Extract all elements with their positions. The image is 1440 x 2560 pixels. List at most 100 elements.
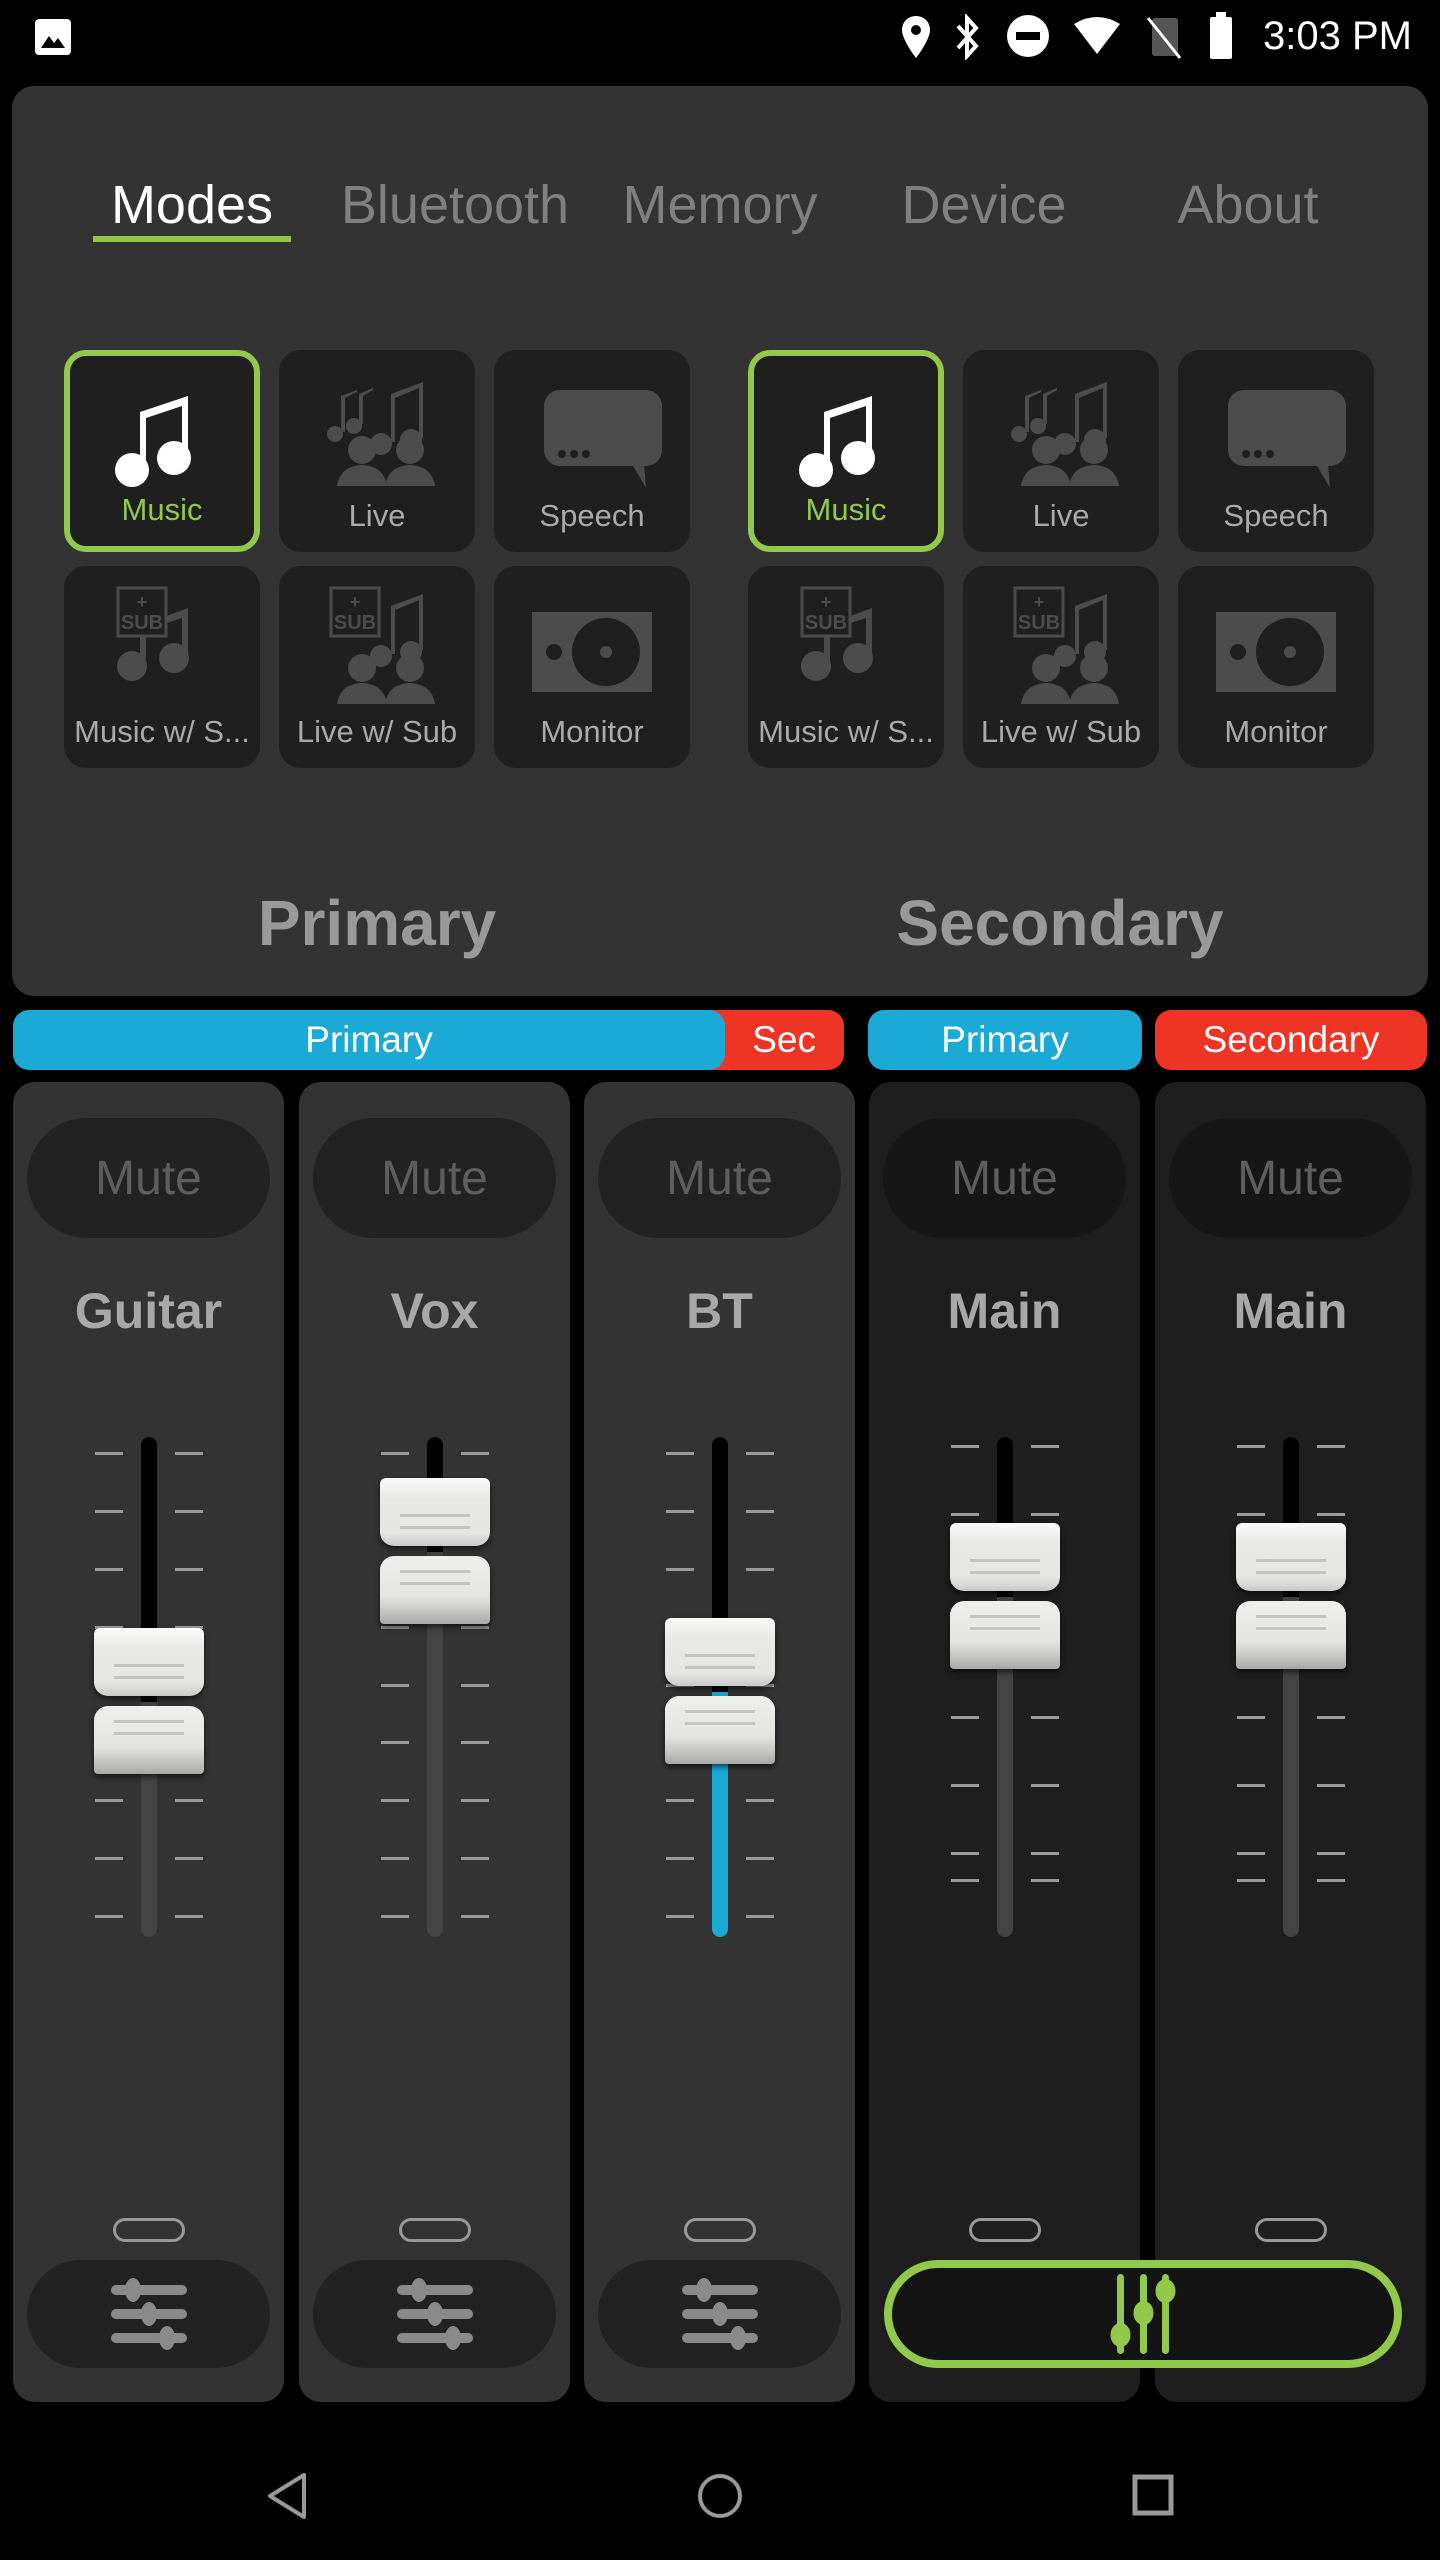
- secondary-zone-label: Secondary: [896, 887, 1224, 959]
- mode-tile-live[interactable]: Live: [963, 350, 1159, 552]
- fader-knob-bottom: [949, 1601, 1060, 1669]
- fader-tick: [174, 1568, 203, 1571]
- live-sub-icon: SUB +: [279, 584, 475, 704]
- channel-strip-guitar: Mute Guitar: [13, 1082, 284, 2402]
- channel-name: Guitar: [74, 1283, 223, 1339]
- clock: 3:03 PM: [1263, 14, 1412, 58]
- fader-tick: [745, 1799, 774, 1802]
- mode-tile-music-w-s[interactable]: SUB + Music w/ S...: [748, 566, 944, 768]
- signal-indicator: [112, 2218, 185, 2242]
- fader-tick: [1316, 1513, 1345, 1516]
- back-icon[interactable]: [264, 2472, 310, 2520]
- fader-tick: [380, 1915, 409, 1918]
- mode-tile-speech[interactable]: Speech: [494, 350, 690, 552]
- signal-indicator: [683, 2218, 756, 2242]
- mute-button[interactable]: Mute: [1169, 1118, 1412, 1238]
- channel-eq-button[interactable]: [313, 2260, 556, 2368]
- mode-tile-live-w-sub[interactable]: SUB + Live w/ Sub: [963, 566, 1159, 768]
- mode-label: Speech: [1223, 498, 1329, 533]
- mute-button[interactable]: Mute: [313, 1118, 556, 1238]
- fader-knob[interactable]: [1235, 1523, 1346, 1671]
- mode-tile-live-w-sub[interactable]: SUB + Live w/ Sub: [279, 566, 475, 768]
- mode-tile-music[interactable]: Music: [64, 350, 260, 552]
- fader-tick: [950, 1445, 979, 1448]
- mode-tile-music[interactable]: Music: [748, 350, 944, 552]
- channel-name: BT: [686, 1283, 753, 1339]
- channel-name: Main: [1233, 1283, 1348, 1339]
- fader-tick: [174, 1452, 203, 1455]
- home-icon[interactable]: [696, 2472, 744, 2520]
- fader-knob[interactable]: [379, 1478, 490, 1626]
- fader-tick: [1236, 1784, 1265, 1787]
- mode-label: Music: [805, 492, 887, 527]
- channel-eq-button[interactable]: [598, 2260, 841, 2368]
- output-primary-label: Primary: [941, 1019, 1069, 1060]
- live-audience-icon: [279, 368, 475, 488]
- channel-eq-button[interactable]: [27, 2260, 270, 2368]
- fader-tick: [1236, 1445, 1265, 1448]
- mute-button[interactable]: Mute: [27, 1118, 270, 1238]
- fader-tick: [174, 1915, 203, 1918]
- fader-tick: [950, 1784, 979, 1787]
- main-eq-button[interactable]: [884, 2260, 1402, 2368]
- fader-tick: [174, 1857, 203, 1860]
- tab-bluetooth[interactable]: Bluetooth: [341, 174, 569, 236]
- fader-tick: [380, 1684, 409, 1687]
- tab-modes[interactable]: Modes: [111, 174, 273, 236]
- fader-tick: [1236, 1879, 1265, 1882]
- mode-tile-monitor[interactable]: Monitor: [1178, 566, 1374, 768]
- fader-knob-bottom: [93, 1706, 204, 1774]
- mute-button[interactable]: Mute: [883, 1118, 1126, 1238]
- live-audience-icon: [963, 368, 1159, 488]
- fader-tick: [665, 1452, 694, 1455]
- fader-tick: [1236, 1716, 1265, 1719]
- fader-track[interactable]: [1282, 1437, 1299, 1937]
- fader-knob-top: [93, 1628, 204, 1696]
- fader-knob[interactable]: [93, 1628, 204, 1776]
- input-primary-bus[interactable]: Primary: [13, 1010, 725, 1070]
- mode-label: Monitor: [540, 714, 644, 749]
- channel-strip-bt: Mute BT: [584, 1082, 855, 2402]
- output-primary-bus[interactable]: Primary: [868, 1010, 1142, 1070]
- fader-tick: [1030, 1445, 1059, 1448]
- fader-tick: [460, 1684, 489, 1687]
- do-not-disturb-icon: [1007, 15, 1049, 57]
- svg-text:SUB: SUB: [334, 612, 376, 634]
- mode-tile-monitor[interactable]: Monitor: [494, 566, 690, 768]
- recents-icon[interactable]: [1132, 2474, 1174, 2516]
- horizontal-sliders-icon: [681, 2278, 758, 2350]
- mute-button[interactable]: Mute: [598, 1118, 841, 1238]
- status-bar: 3:03 PM: [0, 0, 1440, 84]
- modes-panel: Modes Bluetooth Memory Device About Musi…: [12, 86, 1428, 996]
- fader-knob-top: [949, 1523, 1060, 1591]
- battery-icon: [1210, 12, 1232, 59]
- fader-knob[interactable]: [949, 1523, 1060, 1671]
- fader-tick: [380, 1626, 409, 1629]
- mode-label: Music: [121, 492, 203, 527]
- fader-track[interactable]: [996, 1437, 1013, 1937]
- fader-tick: [745, 1452, 774, 1455]
- fader-tick: [665, 1915, 694, 1918]
- music-note-icon: [70, 374, 254, 494]
- wifi-icon: [1074, 17, 1120, 54]
- mode-tile-music-w-s[interactable]: SUB + Music w/ S...: [64, 566, 260, 768]
- fader-tick: [1316, 1879, 1345, 1882]
- fader-knob-bottom: [1235, 1601, 1346, 1669]
- mode-tile-live[interactable]: Live: [279, 350, 475, 552]
- fader-tick: [665, 1799, 694, 1802]
- mode-tile-speech[interactable]: Speech: [1178, 350, 1374, 552]
- eq-sliders-icon: [1110, 2274, 1176, 2354]
- speech-bubble-icon: [1178, 368, 1374, 488]
- tab-about[interactable]: About: [1177, 174, 1318, 236]
- tab-memory[interactable]: Memory: [622, 174, 817, 236]
- fader-tick: [460, 1741, 489, 1744]
- fader-tick: [174, 1799, 203, 1802]
- fader-tick: [665, 1510, 694, 1513]
- fader-knob-top: [379, 1478, 490, 1546]
- output-secondary-bus[interactable]: Secondary: [1155, 1010, 1427, 1070]
- fader-knob[interactable]: [664, 1618, 775, 1766]
- channel-name: Vox: [390, 1283, 479, 1339]
- mode-label: Music w/ S...: [758, 714, 934, 749]
- tab-device[interactable]: Device: [901, 174, 1066, 236]
- image-notification-icon: [35, 19, 71, 55]
